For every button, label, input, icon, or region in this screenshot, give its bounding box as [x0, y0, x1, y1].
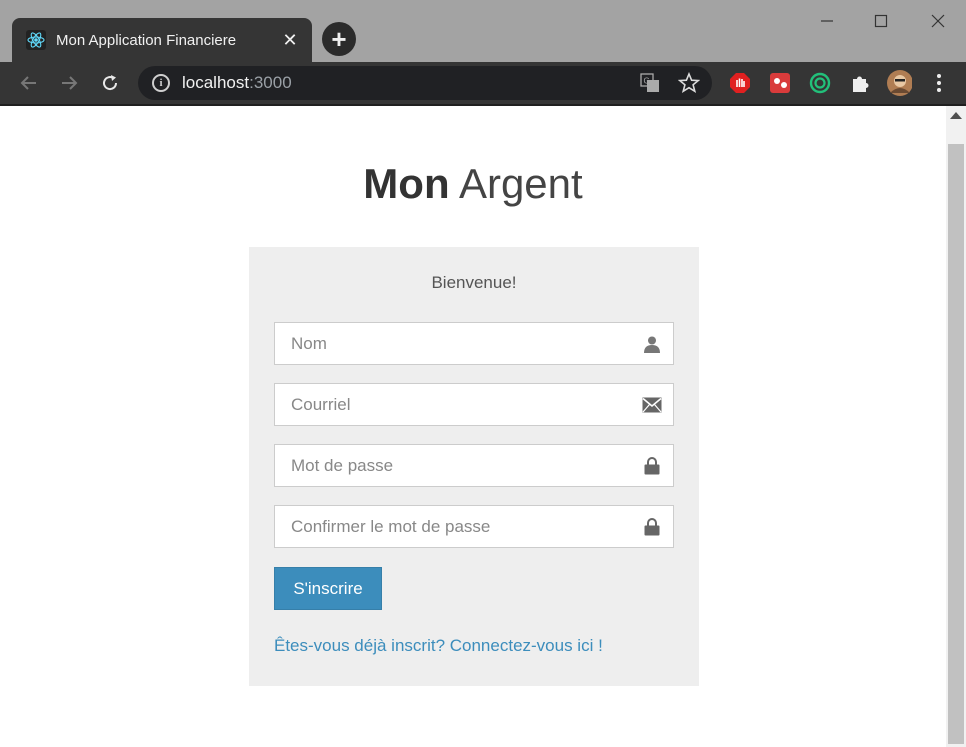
- react-icon: [26, 30, 46, 50]
- minimize-icon[interactable]: [812, 8, 842, 34]
- name-input[interactable]: [275, 323, 635, 364]
- welcome-message: Bienvenue!: [431, 273, 517, 292]
- url-host: localhost: [182, 73, 250, 92]
- profile-avatar[interactable]: [886, 70, 912, 96]
- register-button[interactable]: S'inscrire: [274, 567, 382, 610]
- translate-icon[interactable]: G: [640, 73, 660, 98]
- scroll-up-icon[interactable]: [950, 112, 962, 119]
- lock-icon: [641, 455, 663, 477]
- browser-tab[interactable]: Mon Application Financiere ✕: [12, 18, 312, 62]
- new-tab-button[interactable]: +: [322, 22, 356, 56]
- extensions-puzzle-icon[interactable]: [847, 70, 873, 96]
- window-close-icon[interactable]: [923, 8, 953, 34]
- back-arrow-icon[interactable]: [16, 70, 42, 96]
- browser-titlebar: Mon Application Financiere ✕ +: [0, 0, 966, 62]
- confirm-password-field: [274, 505, 674, 548]
- password-input[interactable]: [275, 445, 635, 486]
- page-scrollbar[interactable]: [946, 106, 966, 747]
- reload-icon[interactable]: [97, 70, 123, 96]
- login-link[interactable]: Êtes-vous déjà inscrit? Connectez-vous i…: [274, 636, 603, 656]
- extension-red-icon[interactable]: [767, 70, 793, 96]
- page-title: Mon Argent: [0, 160, 946, 208]
- register-card: Bienvenue! S'inscrire Êtes-vous déjà ins…: [249, 247, 699, 686]
- confirm-password-input[interactable]: [275, 506, 635, 547]
- scrollbar-thumb[interactable]: [948, 144, 964, 744]
- bookmark-star-icon[interactable]: [677, 71, 701, 99]
- adblock-extension-icon[interactable]: [727, 70, 753, 96]
- site-info-icon[interactable]: i: [152, 74, 170, 92]
- password-field: [274, 444, 674, 487]
- brand-bold: Mon: [363, 160, 450, 207]
- tab-title: Mon Application Financiere: [56, 31, 237, 49]
- user-icon: [641, 333, 663, 355]
- url-port: :3000: [249, 73, 292, 92]
- toolbar-divider: [0, 104, 966, 106]
- email-input[interactable]: [275, 384, 635, 425]
- maximize-icon[interactable]: [866, 8, 896, 34]
- lock-icon: [641, 516, 663, 538]
- email-field: [274, 383, 674, 426]
- svg-text:G: G: [644, 77, 650, 86]
- forward-arrow-icon[interactable]: [56, 70, 82, 96]
- extension-ring-icon[interactable]: [807, 70, 833, 96]
- brand-light: Argent: [458, 160, 583, 207]
- envelope-icon: [641, 394, 663, 416]
- browser-toolbar: i localhost:3000 G: [0, 62, 966, 104]
- name-field: [274, 322, 674, 365]
- browser-menu-icon[interactable]: [926, 70, 952, 96]
- tab-close-icon[interactable]: ✕: [280, 30, 300, 51]
- address-bar[interactable]: i localhost:3000 G: [138, 66, 712, 100]
